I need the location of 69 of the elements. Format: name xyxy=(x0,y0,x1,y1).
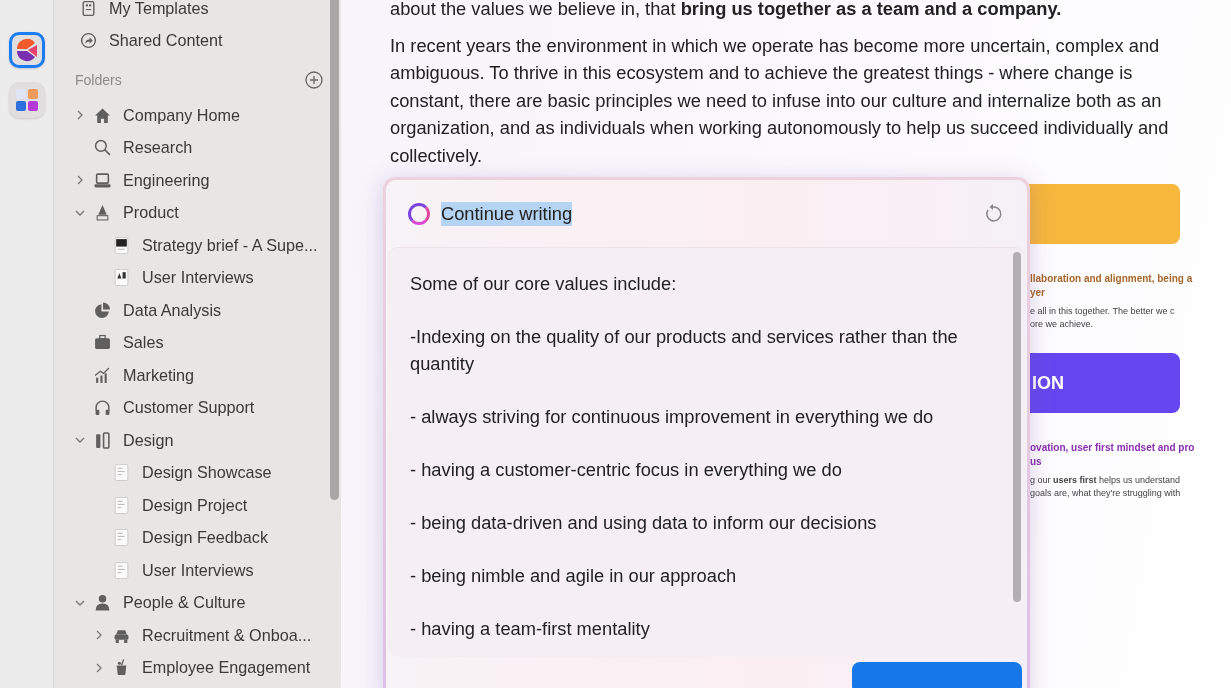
laptop-icon xyxy=(94,171,111,189)
response-text: -Indexing on the quality of our products and services rather than the quantity xyxy=(410,325,959,376)
response-text: - always striving for continuous improvement in everything we do xyxy=(410,405,935,429)
pencil-ruler-icon xyxy=(94,431,111,449)
app-group-icon[interactable] xyxy=(8,82,45,118)
card-text: g our users first helps us understand xyxy=(1030,474,1182,487)
folder-item[interactable]: Design Feedback xyxy=(142,528,268,548)
response-text: - being nimble and agile in our approach xyxy=(410,564,738,588)
scrollbar[interactable] xyxy=(1013,252,1021,602)
response-text: - having a customer-centric focus in everything we do xyxy=(410,458,843,482)
response-text: Some of our core values include: xyxy=(410,272,678,296)
document-icon xyxy=(113,464,130,482)
folder-item[interactable]: Research xyxy=(123,138,193,158)
folder-item[interactable]: Marketing xyxy=(123,365,195,385)
bar-chart-icon xyxy=(94,366,111,384)
card-text: e all in this together. The better we c xyxy=(1030,305,1176,318)
document-icon xyxy=(113,561,130,579)
folder-item[interactable]: Sales xyxy=(123,333,164,353)
scrollbar[interactable] xyxy=(330,0,339,500)
app-icon[interactable] xyxy=(8,32,45,68)
briefcase-icon xyxy=(94,334,111,352)
paragraph: In recent years the environment in which we operate has become more uncertain, complex and ambiguous. To thrive in this ecosystem and to achieve the greatest things - where change is constant, there are basic principles we need to infuse into our culture and internalize both as an organization, and as individuals when working autonomously to help us succeed individually and collectively. xyxy=(390,33,1170,168)
card-title: llaboration and alignment, being a xyxy=(1030,272,1194,286)
card-title: yer xyxy=(1030,286,1046,300)
chevron-icon[interactable] xyxy=(75,110,85,121)
folder-item[interactable]: Product xyxy=(123,203,179,223)
card-title: ovation, user first mindset and pro xyxy=(1030,441,1196,455)
folder-item[interactable]: Employee Engagement xyxy=(142,658,311,678)
banner-heading: ION xyxy=(1031,372,1064,394)
folder-item[interactable]: People & Culture xyxy=(123,593,246,613)
template-icon xyxy=(80,0,97,17)
flask-icon xyxy=(94,204,111,222)
folder-item[interactable]: User Interviews xyxy=(142,560,254,580)
document-icon xyxy=(113,529,130,547)
nav-item[interactable]: My Templates xyxy=(109,0,209,18)
prompt-text[interactable]: Continue writing xyxy=(441,201,573,226)
folder-item[interactable]: Company Home xyxy=(123,105,240,125)
section-heading: Folders xyxy=(75,72,122,88)
folder-item[interactable]: Design xyxy=(123,430,174,450)
chevron-icon[interactable] xyxy=(94,662,104,673)
folder-item[interactable]: User Interviews xyxy=(142,268,254,288)
card-title: us xyxy=(1030,455,1043,469)
folder-item[interactable]: Engineering xyxy=(123,170,210,190)
card-text: ore we achieve. xyxy=(1030,318,1095,331)
folder-item[interactable]: Customer Support xyxy=(123,398,255,418)
add-icon[interactable] xyxy=(305,71,323,89)
folder-item[interactable]: Design Showcase xyxy=(142,463,272,483)
folder-item[interactable]: Data Analysis xyxy=(123,300,222,320)
ai-ring-icon xyxy=(408,202,430,225)
chevron-icon[interactable] xyxy=(75,175,85,186)
headphones-icon xyxy=(94,399,111,417)
folder-item[interactable]: Recruitment & Onboa... xyxy=(142,625,312,645)
document-icon xyxy=(113,496,130,514)
response-text: - being data-driven and using data to inform our decisions xyxy=(410,511,878,535)
home-icon xyxy=(94,106,111,124)
folder-item[interactable]: Design Project xyxy=(142,495,248,515)
photo-thumbnail-icon xyxy=(113,269,130,287)
paragraph: about the values we believe in, that bring us together as a team and a company. xyxy=(390,0,1063,21)
chevron-icon[interactable] xyxy=(94,630,104,641)
response-text: - having a team-first mentality xyxy=(410,617,651,641)
search-icon xyxy=(94,139,111,157)
refresh-icon[interactable] xyxy=(983,203,1003,224)
person-icon xyxy=(94,594,111,612)
folder-item[interactable]: Strategy brief - A Supe... xyxy=(142,235,318,255)
pie-chart-icon xyxy=(94,301,111,319)
share-icon xyxy=(80,32,97,50)
document-thumbnail-icon xyxy=(113,236,130,254)
card-text: goals are, what they're struggling with xyxy=(1030,487,1182,500)
nav-item[interactable]: Shared Content xyxy=(109,31,223,51)
